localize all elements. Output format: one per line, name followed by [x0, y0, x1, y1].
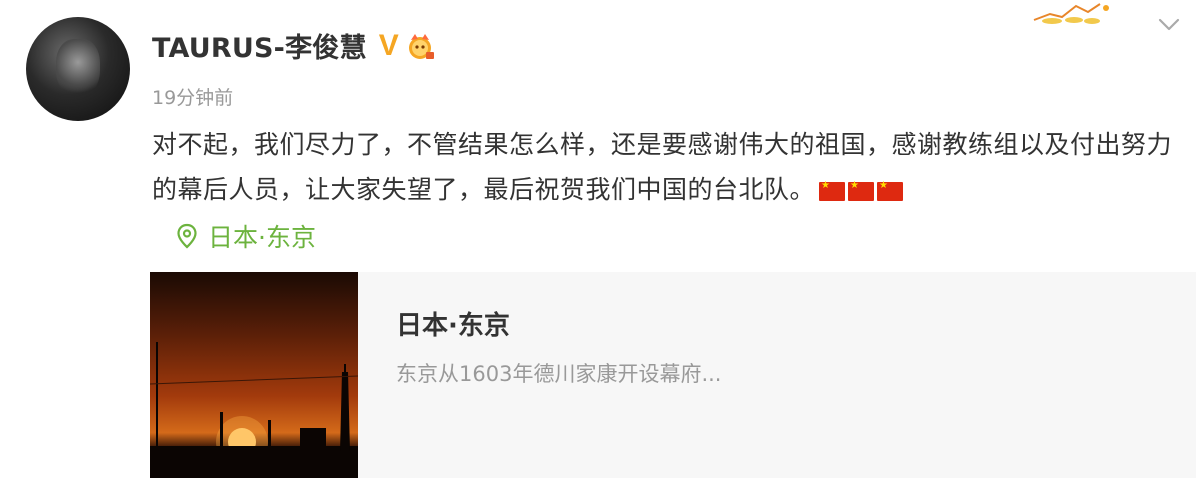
username[interactable]: TAURUS-李俊慧	[152, 26, 367, 65]
post-content: 对不起，我们尽力了，不管结果怎么样，还是要感谢伟大的祖国，感谢教练组以及付出努力…	[152, 122, 1182, 212]
card-description: 东京从1603年德川家康开设幕府...	[396, 362, 722, 386]
verified-badge[interactable]: V	[379, 30, 399, 61]
avatar[interactable]	[26, 17, 130, 121]
card-title: 日本·东京	[396, 311, 510, 341]
chevron-down-icon[interactable]	[1158, 18, 1180, 32]
flag-emojis	[819, 181, 904, 201]
location-link[interactable]: 日本·东京	[176, 218, 316, 254]
post-header: TAURUS-李俊慧 V	[152, 26, 435, 65]
card-thumbnail	[150, 272, 358, 478]
card-decoration-icon	[1033, 3, 1109, 24]
post-text: 对不起，我们尽力了，不管结果怎么样，还是要感谢伟大的祖国，感谢教练组以及付出努力…	[152, 130, 1173, 204]
vip-badge-icon[interactable]	[405, 31, 435, 61]
location-label: 日本·东京	[208, 223, 316, 252]
cn-flag-icon	[848, 181, 875, 201]
location-card[interactable]: 日本·东京 东京从1603年德川家康开设幕府...	[150, 272, 1196, 478]
avatar-figure	[56, 39, 100, 97]
post-timestamp[interactable]: 19分钟前	[152, 83, 233, 110]
location-pin-icon	[177, 223, 197, 249]
sunset-image	[150, 342, 358, 478]
cn-flag-icon	[819, 181, 846, 201]
cn-flag-icon	[877, 181, 904, 201]
